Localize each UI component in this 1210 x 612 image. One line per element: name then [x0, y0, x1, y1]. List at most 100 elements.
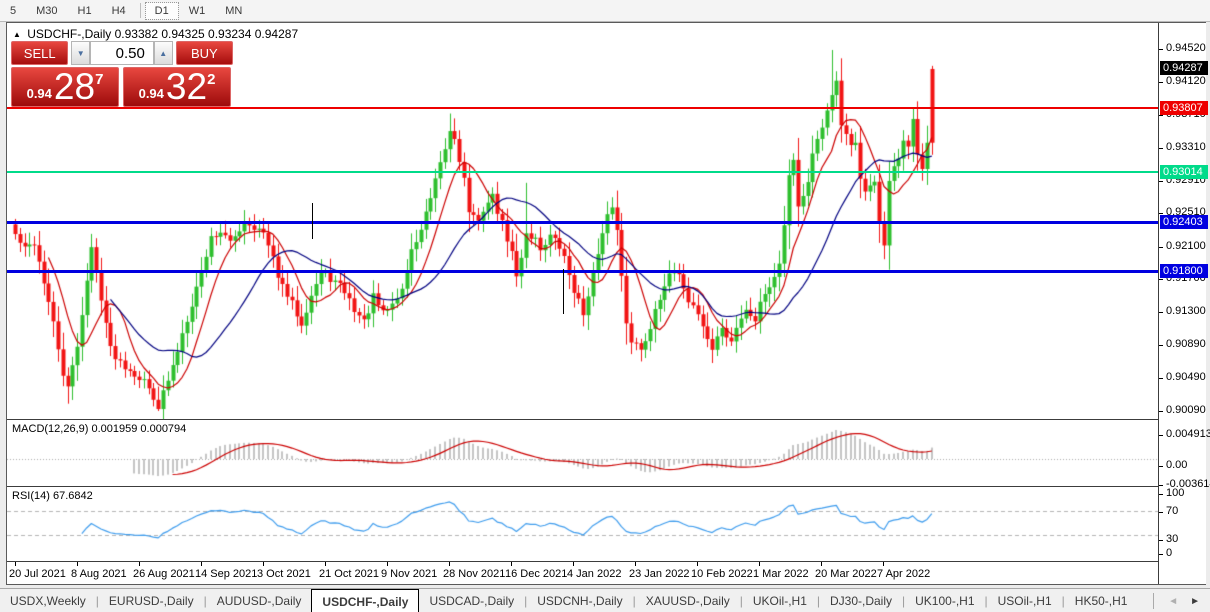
rsi-axis-label: 70: [1166, 505, 1178, 517]
tab-scroll-right-icon[interactable]: ►: [1184, 596, 1206, 607]
axis-tick-mark: [1159, 82, 1163, 83]
rsi-axis-label: 0: [1166, 547, 1172, 559]
spread-decrease-button[interactable]: ▼: [71, 41, 90, 65]
tab-arrows-separator: [1153, 593, 1154, 609]
price-axis: 0.945200.941200.937100.933100.929100.925…: [1158, 23, 1206, 584]
axis-tick-mark: [1159, 378, 1163, 379]
time-axis-tick: [387, 562, 388, 566]
time-axis-tick: [139, 562, 140, 566]
buy-price-sup: 2: [207, 71, 215, 88]
chart-tab-audusd-daily[interactable]: AUDUSD-,Daily: [207, 589, 312, 612]
rsi-canvas[interactable]: [7, 487, 1158, 561]
time-axis-label: 4 Jan 2022: [567, 568, 621, 580]
vertical-line-object[interactable]: [312, 203, 313, 239]
timeframe-button-m30[interactable]: M30: [27, 3, 66, 19]
buy-price-prefix: 0.94: [139, 84, 164, 104]
time-axis-label: 28 Nov 2021: [443, 568, 505, 580]
axis-tick-mark: [1159, 181, 1163, 182]
chart-tab-usdchf-daily[interactable]: USDCHF-,Daily: [311, 589, 419, 612]
time-axis-tick: [573, 562, 574, 566]
axis-tick-mark: [1159, 466, 1163, 467]
spread-increase-button[interactable]: ▲: [154, 41, 173, 65]
chart-title: ▲ USDCHF-,Daily 0.93382 0.94325 0.93234 …: [13, 27, 298, 41]
horizontal-level-line[interactable]: [7, 221, 1158, 224]
time-axis-tick: [697, 562, 698, 566]
macd-axis-label: 0.00: [1166, 459, 1187, 471]
axis-tick-mark: [1159, 279, 1163, 280]
vertical-line-object[interactable]: [563, 269, 564, 314]
rsi-axis-label: 30: [1166, 533, 1178, 545]
chart-tab-uk100-h1[interactable]: UK100-,H1: [905, 589, 984, 612]
sell-button[interactable]: SELL: [11, 41, 68, 65]
price-pane[interactable]: ▲ USDCHF-,Daily 0.93382 0.94325 0.93234 …: [7, 23, 1158, 420]
timeframe-button-w1[interactable]: W1: [180, 3, 215, 19]
trade-panel: SELL ▼ 0.50 ▲ BUY 0.94 28 7 0.94 32 2: [11, 41, 233, 107]
time-axis-tick: [635, 562, 636, 566]
rsi-pane[interactable]: RSI(14) 67.6842: [7, 487, 1158, 562]
macd-pane[interactable]: MACD(12,26,9) 0.001959 0.000794: [7, 420, 1158, 487]
chart-tab-usdcnh-daily[interactable]: USDCNH-,Daily: [527, 589, 632, 612]
timeframe-toolbar: 5M30H1H4 D1W1MN: [0, 0, 1210, 22]
price-axis-label: 0.94120: [1166, 75, 1206, 87]
timeframe-button-h4[interactable]: H4: [103, 3, 135, 19]
chart-tab-usdx-weekly[interactable]: USDX,Weekly: [0, 589, 96, 612]
chart-tab-hk50-h1[interactable]: HK50-,H1: [1065, 589, 1138, 612]
buy-button[interactable]: BUY: [176, 41, 233, 65]
horizontal-level-line[interactable]: [7, 107, 1158, 109]
axis-tick-mark: [1159, 435, 1163, 436]
time-axis-tick: [263, 562, 264, 566]
time-axis-tick: [15, 562, 16, 566]
chart-tab-eurusd-daily[interactable]: EURUSD-,Daily: [99, 589, 204, 612]
axis-tick-mark: [1159, 213, 1163, 214]
time-axis-tick: [511, 562, 512, 566]
time-axis-label: 10 Feb 2022: [691, 568, 753, 580]
axis-tick-mark: [1159, 148, 1163, 149]
axis-tick-mark: [1159, 494, 1163, 495]
price-level-badge: 0.93014: [1160, 165, 1208, 179]
timeframe-button-h1[interactable]: H1: [69, 3, 101, 19]
time-axis-label: 20 Jul 2021: [9, 568, 66, 580]
price-axis-label: 0.90890: [1166, 338, 1206, 350]
axis-tick-mark: [1159, 540, 1163, 541]
timeframe-button-5[interactable]: 5: [1, 3, 25, 19]
spread-input[interactable]: 0.50: [90, 41, 154, 65]
time-axis-label: 20 Mar 2022: [815, 568, 877, 580]
time-axis-label: 8 Aug 2021: [71, 568, 127, 580]
chart-ohlc-values: 0.93382 0.94325 0.93234 0.94287: [115, 27, 299, 41]
axis-tick-mark: [1159, 247, 1163, 248]
buy-price-button[interactable]: 0.94 32 2: [123, 67, 231, 107]
horizontal-level-line[interactable]: [7, 270, 1158, 273]
timeframe-button-d1[interactable]: D1: [146, 3, 178, 19]
price-axis-label: 0.92100: [1166, 240, 1206, 252]
collapse-arrow-icon[interactable]: ▲: [13, 30, 21, 39]
time-axis-label: 7 Apr 2022: [877, 568, 930, 580]
timeframe-button-mn[interactable]: MN: [216, 3, 251, 19]
chart-tab-xauusd-daily[interactable]: XAUUSD-,Daily: [636, 589, 740, 612]
tab-scroll-left-icon[interactable]: ◄: [1162, 596, 1184, 607]
time-axis-tick: [325, 562, 326, 566]
price-axis-label: 0.94520: [1166, 42, 1206, 54]
chart-tab-ukoil-h1[interactable]: UKOil-,H1: [743, 589, 817, 612]
horizontal-level-line[interactable]: [7, 171, 1158, 173]
time-axis-tick: [201, 562, 202, 566]
axis-tick-mark: [1159, 512, 1163, 513]
tab-scroll-controls: ◄►: [1145, 589, 1210, 612]
sell-price-prefix: 0.94: [27, 84, 52, 104]
time-axis-label: 3 Oct 2021: [257, 568, 311, 580]
toolbar-separator: [140, 3, 141, 18]
chart-tab-usdcad-daily[interactable]: USDCAD-,Daily: [419, 589, 524, 612]
chart-tab-usoil-h1[interactable]: USOil-,H1: [988, 589, 1062, 612]
price-axis-label: 0.90490: [1166, 371, 1206, 383]
time-axis-label: 26 Aug 2021: [133, 568, 195, 580]
price-level-badge: 0.93807: [1160, 101, 1208, 115]
time-axis-label: 1 Mar 2022: [753, 568, 809, 580]
time-axis: 20 Jul 20218 Aug 202126 Aug 202114 Sep 2…: [7, 562, 1158, 584]
price-level-badge: 0.92403: [1160, 215, 1208, 229]
sell-price-sup: 7: [95, 71, 103, 88]
sell-price-button[interactable]: 0.94 28 7: [11, 67, 119, 107]
time-axis-tick: [77, 562, 78, 566]
price-axis-label: 0.90090: [1166, 404, 1206, 416]
chart-tab-dj30-daily[interactable]: DJ30-,Daily: [820, 589, 902, 612]
rsi-axis-label: 100: [1166, 487, 1184, 499]
axis-tick-mark: [1159, 312, 1163, 313]
